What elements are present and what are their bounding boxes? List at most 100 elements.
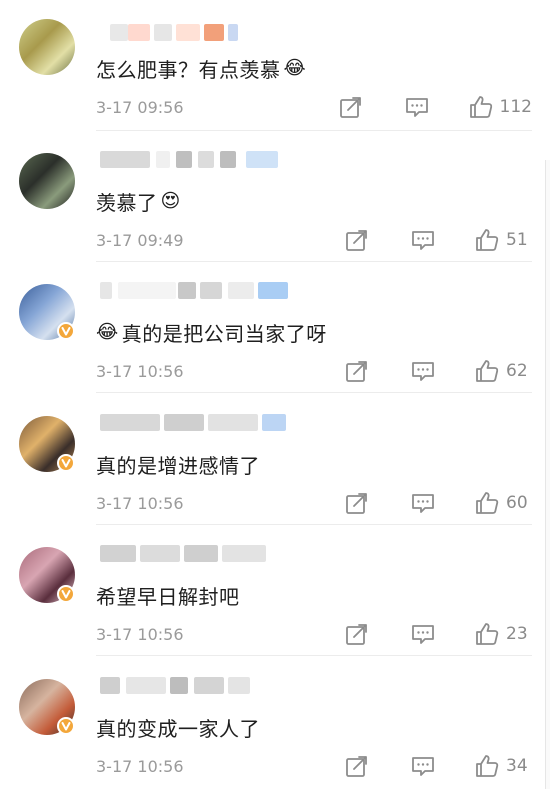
laughing-tears-icon: 😂	[283, 57, 307, 79]
redaction-block	[176, 24, 200, 41]
comment-icon[interactable]	[404, 94, 430, 120]
like-button[interactable]: 60	[474, 490, 532, 516]
username-redacted[interactable]	[0, 24, 300, 42]
like-button[interactable]: 112	[468, 94, 532, 120]
redaction-block	[100, 677, 120, 694]
username-redacted[interactable]	[0, 677, 300, 695]
comment-text: 羡慕了 😍	[96, 187, 181, 216]
redaction-block	[154, 24, 172, 41]
username-redacted[interactable]	[0, 151, 300, 169]
comment-text: 真的变成一家人了	[96, 713, 260, 742]
comment-icon[interactable]	[410, 490, 436, 516]
comment-body: 希望早日解封吧	[96, 585, 240, 609]
comment-text: 希望早日解封吧	[96, 581, 240, 610]
redaction-block	[126, 677, 166, 694]
thumbs-up-icon	[474, 753, 500, 779]
share-icon[interactable]	[344, 227, 370, 253]
redaction-block	[204, 24, 224, 41]
redaction-block	[128, 24, 150, 41]
comment-item[interactable]: 真的是增进感情了 3-17 10:56 60	[0, 394, 550, 525]
redaction-block	[100, 151, 150, 168]
thumbs-up-icon	[474, 490, 500, 516]
redaction-block	[222, 545, 266, 562]
like-button[interactable]: 34	[474, 753, 532, 779]
thumbs-up-icon	[468, 94, 494, 120]
heart-eyes-icon: 😍	[160, 190, 181, 212]
redaction-block	[156, 151, 170, 168]
comment-actions: 60	[344, 490, 532, 516]
redaction-block	[110, 24, 128, 41]
verified-badge-icon	[57, 454, 75, 472]
redaction-block	[140, 545, 180, 562]
comment-icon[interactable]	[410, 753, 436, 779]
redaction-block	[198, 151, 214, 168]
comment-timestamp: 3-17 10:56	[96, 757, 184, 776]
username-redacted[interactable]	[0, 282, 300, 300]
redaction-block	[100, 545, 136, 562]
comment-icon[interactable]	[410, 358, 436, 384]
comment-icon[interactable]	[410, 227, 436, 253]
comment-timestamp: 3-17 10:56	[96, 362, 184, 381]
like-count: 112	[499, 97, 532, 117]
laughing-tears-icon: 😂	[96, 321, 119, 343]
like-button[interactable]: 23	[474, 621, 532, 647]
like-count: 62	[506, 361, 528, 381]
thumbs-up-icon	[474, 227, 500, 253]
comment-item[interactable]: 真的变成一家人了 3-17 10:56 34	[0, 657, 550, 788]
redaction-block	[262, 414, 286, 431]
redaction-block	[208, 414, 258, 431]
share-icon[interactable]	[344, 358, 370, 384]
comment-text: 怎么肥事？有点羡慕 😂	[96, 54, 306, 83]
redaction-block	[176, 151, 192, 168]
comment-timestamp: 3-17 10:56	[96, 494, 184, 513]
like-count: 51	[506, 230, 528, 250]
username-redacted[interactable]	[0, 545, 300, 563]
comment-body: 怎么肥事？有点羡慕	[96, 58, 281, 82]
redaction-block	[228, 677, 250, 694]
comment-item[interactable]: 😂 真的是把公司当家了呀 3-17 10:56 62	[0, 262, 550, 393]
scrollbar[interactable]	[545, 160, 550, 789]
redaction-block	[118, 282, 176, 299]
comment-timestamp: 3-17 09:56	[96, 98, 184, 117]
redaction-block	[164, 414, 204, 431]
comment-actions: 112	[338, 94, 532, 120]
thumbs-up-icon	[474, 621, 500, 647]
redaction-block	[194, 677, 224, 694]
like-count: 23	[506, 624, 528, 644]
share-icon[interactable]	[344, 490, 370, 516]
comment-item[interactable]: 希望早日解封吧 3-17 10:56 23	[0, 525, 550, 656]
comment-timestamp: 3-17 10:56	[96, 625, 184, 644]
redaction-block	[100, 282, 112, 299]
redaction-block	[178, 282, 196, 299]
like-button[interactable]: 51	[474, 227, 532, 253]
verified-badge-icon	[57, 585, 75, 603]
share-icon[interactable]	[338, 94, 364, 120]
like-count: 60	[506, 493, 528, 513]
share-icon[interactable]	[344, 621, 370, 647]
redaction-block	[228, 282, 254, 299]
verified-badge-icon	[57, 322, 75, 340]
comment-actions: 51	[344, 227, 532, 253]
thumbs-up-icon	[474, 358, 500, 384]
comment-body: 羡慕了	[96, 191, 158, 215]
comment-body: 真的变成一家人了	[96, 717, 260, 741]
comment-actions: 23	[344, 621, 532, 647]
comment-icon[interactable]	[410, 621, 436, 647]
like-count: 34	[506, 756, 528, 776]
comment-text: 真的是增进感情了	[96, 450, 260, 479]
redaction-block	[220, 151, 236, 168]
comment-timestamp: 3-17 09:49	[96, 231, 184, 250]
username-redacted[interactable]	[0, 414, 300, 432]
comment-item[interactable]: 怎么肥事？有点羡慕 😂 3-17 09:56 112	[0, 0, 550, 131]
like-button[interactable]: 62	[474, 358, 532, 384]
comment-body: 真的是增进感情了	[96, 454, 260, 478]
redaction-block	[170, 677, 188, 694]
comment-item[interactable]: 羡慕了 😍 3-17 09:49 51	[0, 131, 550, 262]
redaction-block	[184, 545, 218, 562]
redaction-block	[228, 24, 238, 41]
comment-body: 真的是把公司当家了呀	[121, 322, 327, 346]
redaction-block	[100, 414, 160, 431]
redaction-block	[200, 282, 222, 299]
share-icon[interactable]	[344, 753, 370, 779]
comment-actions: 34	[344, 753, 532, 779]
